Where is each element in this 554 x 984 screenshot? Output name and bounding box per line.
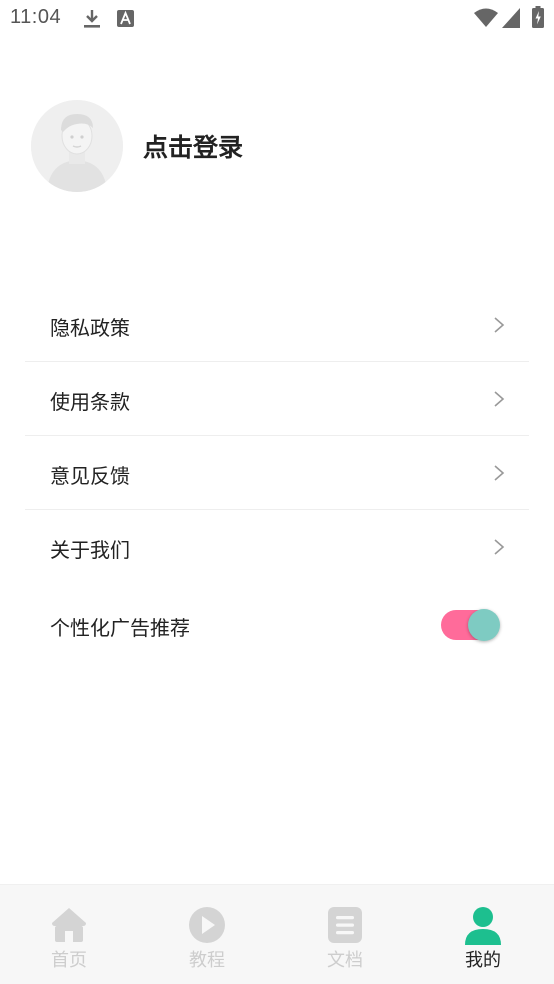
personalized-ads-row: 个性化广告推荐 — [25, 598, 529, 654]
person-icon — [465, 907, 501, 945]
menu-item-label: 隐私政策 — [50, 316, 130, 340]
menu-item-terms-of-use[interactable]: 使用条款 — [25, 362, 529, 436]
tab-mine[interactable]: 我的 — [414, 885, 552, 984]
tab-label: 首页 — [51, 950, 87, 971]
settings-menu: 隐私政策 使用条款 意见反馈 关于我们 — [25, 288, 529, 584]
menu-item-about-us[interactable]: 关于我们 — [25, 510, 529, 584]
toggle-thumb — [468, 609, 500, 641]
chevron-right-icon — [494, 391, 505, 407]
login-label[interactable]: 点击登录 — [143, 128, 243, 164]
bottom-nav: 首页 教程 文档 我的 — [0, 884, 554, 984]
download-icon — [84, 10, 100, 28]
personalized-ads-toggle[interactable] — [441, 609, 500, 641]
tab-label: 教程 — [189, 950, 225, 971]
profile-section[interactable]: 点击登录 — [31, 100, 531, 192]
avatar[interactable] — [31, 100, 123, 192]
menu-item-privacy-policy[interactable]: 隐私政策 — [25, 288, 529, 362]
tab-home[interactable]: 首页 — [0, 885, 138, 984]
tab-docs[interactable]: 文档 — [276, 885, 414, 984]
menu-item-feedback[interactable]: 意见反馈 — [25, 436, 529, 510]
chevron-right-icon — [494, 317, 505, 333]
wifi-icon — [474, 8, 498, 27]
tab-tutorial[interactable]: 教程 — [138, 885, 276, 984]
signal-icon — [502, 8, 520, 28]
status-time: 11:04 — [10, 6, 62, 28]
menu-item-label: 关于我们 — [50, 538, 130, 562]
battery-charging-icon — [532, 6, 544, 28]
chevron-right-icon — [494, 465, 505, 481]
document-icon — [328, 907, 362, 943]
personalized-ads-label: 个性化广告推荐 — [50, 616, 190, 640]
font-a-icon — [117, 10, 134, 27]
menu-item-label: 使用条款 — [50, 390, 130, 414]
chevron-right-icon — [494, 539, 505, 555]
default-avatar-icon — [31, 100, 123, 192]
play-circle-icon — [189, 907, 225, 943]
tab-label: 文档 — [327, 950, 363, 971]
home-icon — [52, 908, 86, 942]
tab-label: 我的 — [465, 950, 501, 971]
status-bar: 11:04 — [0, 0, 554, 38]
menu-item-label: 意见反馈 — [50, 464, 130, 488]
